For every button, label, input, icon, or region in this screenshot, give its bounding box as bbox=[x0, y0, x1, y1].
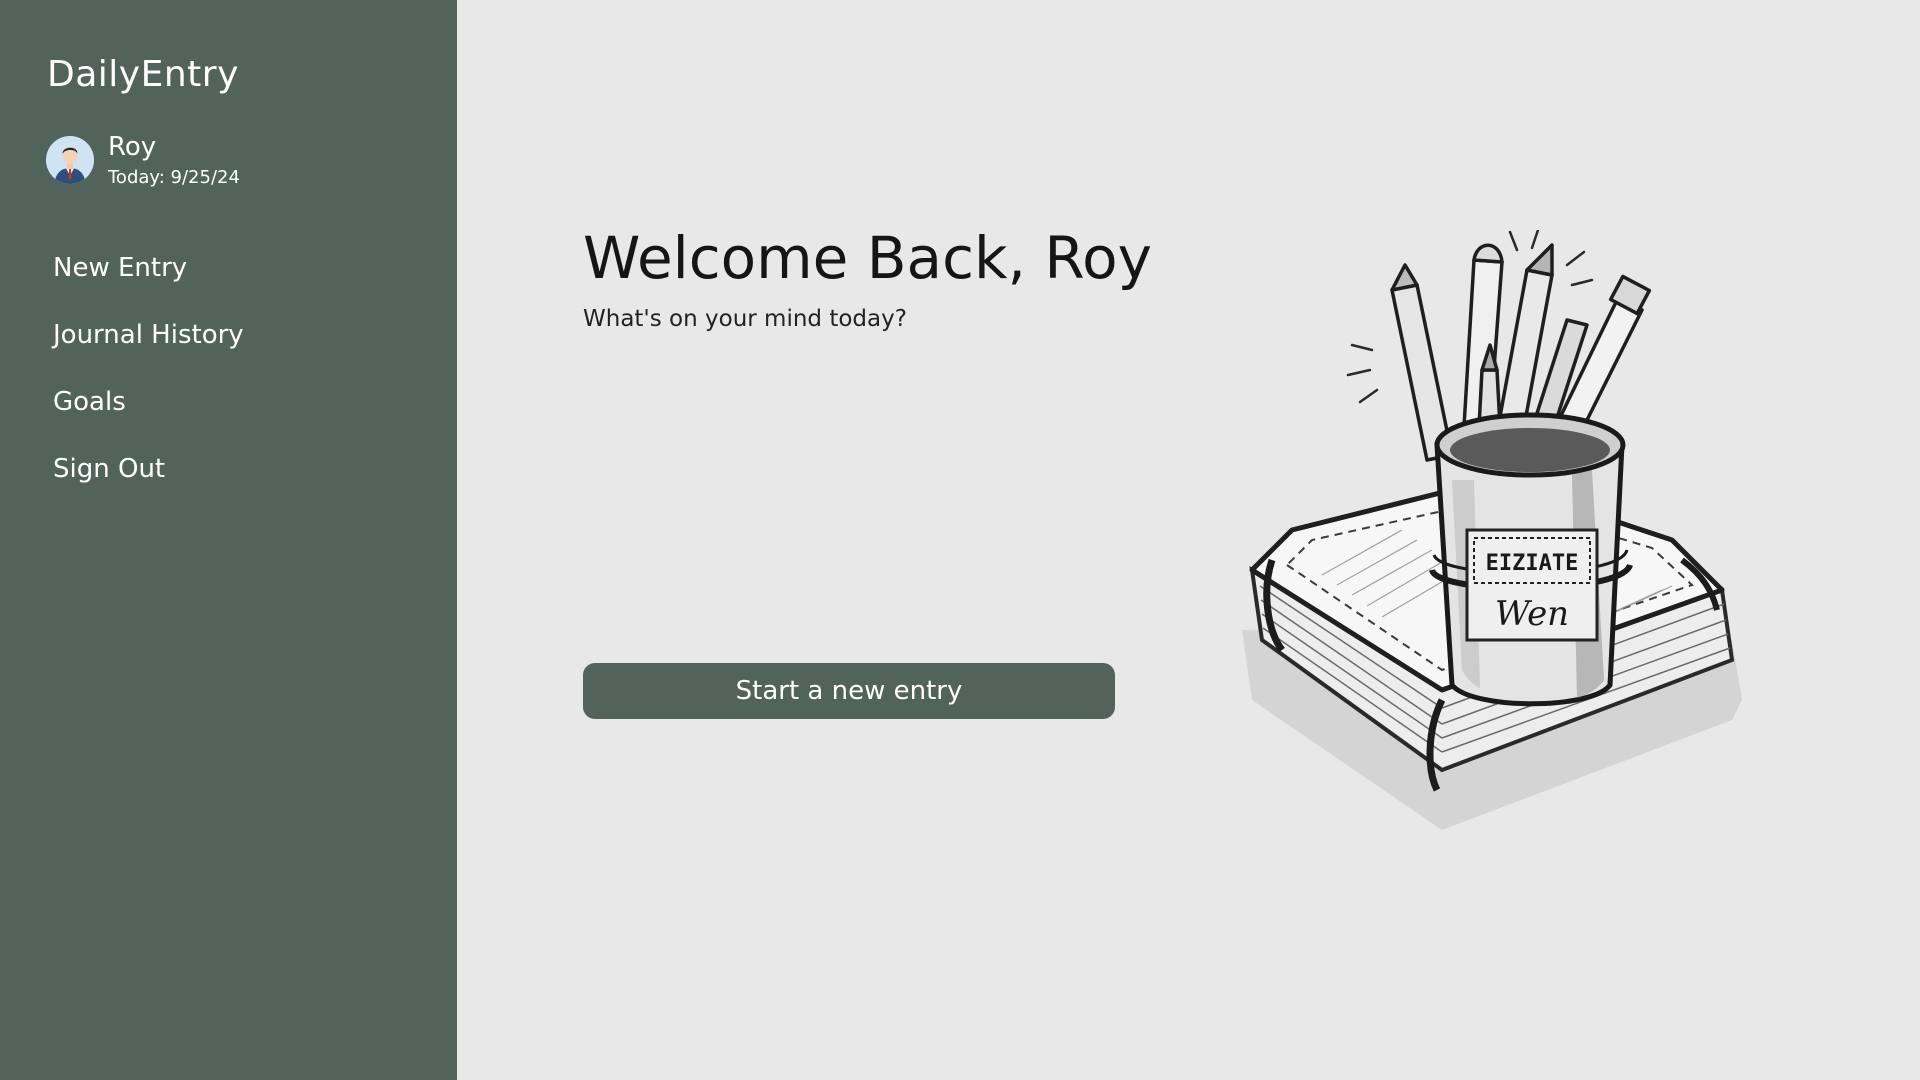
app-title: DailyEntry bbox=[47, 54, 239, 95]
nav-sign-out[interactable]: Sign Out bbox=[53, 454, 165, 484]
start-new-entry-button[interactable]: Start a new entry bbox=[583, 663, 1115, 719]
user-name: Roy bbox=[108, 132, 157, 162]
welcome-heading: Welcome Back, Roy bbox=[583, 224, 1152, 292]
user-avatar-icon bbox=[46, 136, 94, 184]
notebook-pencil-cup-icon: EIZIATE Wen bbox=[1212, 228, 1772, 850]
nav-journal-history[interactable]: Journal History bbox=[53, 320, 244, 350]
main-content: Welcome Back, Roy What's on your mind to… bbox=[457, 0, 1920, 1080]
sidebar: DailyEntry Roy Today: 9/25/24 New Entry … bbox=[0, 0, 457, 1080]
nav-goals[interactable]: Goals bbox=[53, 387, 126, 417]
nav-new-entry[interactable]: New Entry bbox=[53, 253, 187, 283]
welcome-subtitle: What's on your mind today? bbox=[583, 306, 907, 332]
cup-label-script: Wen bbox=[1495, 594, 1569, 634]
cup-label-text: EIZIATE bbox=[1486, 551, 1579, 576]
user-date: Today: 9/25/24 bbox=[108, 167, 240, 188]
